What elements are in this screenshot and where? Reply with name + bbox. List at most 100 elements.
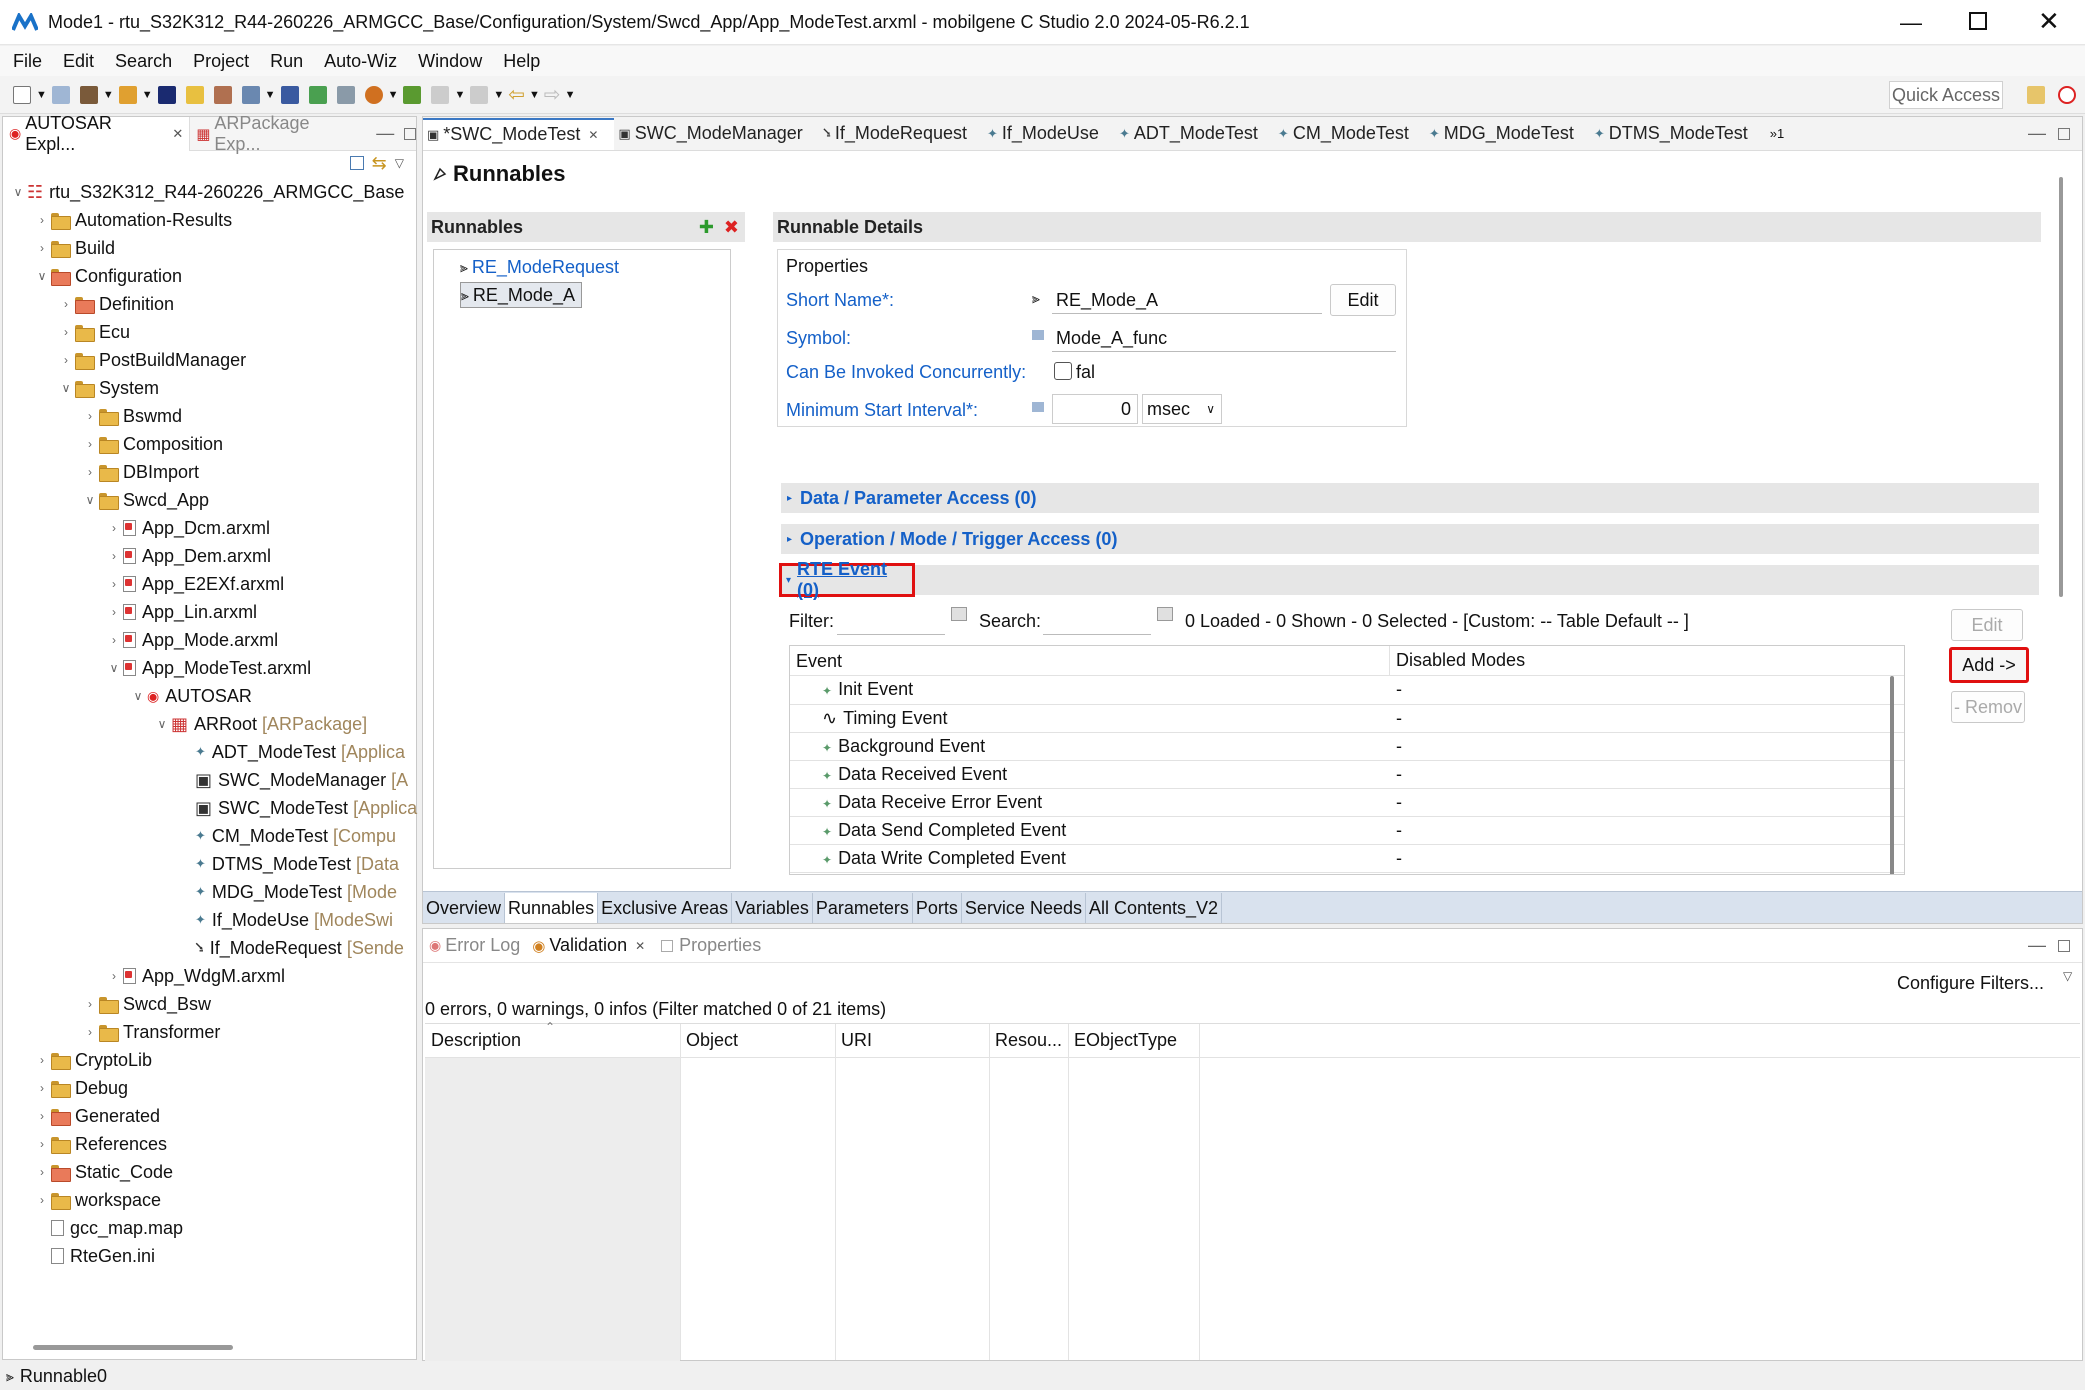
- maximize-view-icon[interactable]: [2058, 127, 2070, 140]
- chevron-down-icon[interactable]: ▼: [454, 89, 465, 101]
- collapsed-arrow-icon[interactable]: ›: [33, 1109, 51, 1123]
- collapsed-arrow-icon[interactable]: ›: [105, 521, 123, 535]
- tree-item[interactable]: › App_Dcm.arxml: [3, 514, 416, 542]
- page-tab[interactable]: Ports: [913, 892, 962, 923]
- tab-properties[interactable]: Properties: [651, 935, 771, 956]
- collapsed-arrow-icon[interactable]: ›: [33, 1081, 51, 1095]
- filter-input[interactable]: [837, 607, 945, 635]
- close-icon[interactable]: ✕: [635, 939, 645, 953]
- table-scrollbar[interactable]: [1890, 676, 1894, 874]
- collapsed-arrow-icon[interactable]: ›: [33, 1137, 51, 1151]
- collapsed-arrow-icon[interactable]: ›: [81, 997, 99, 1011]
- prev-annotation-icon[interactable]: [470, 85, 489, 104]
- page-tab[interactable]: Exclusive Areas: [598, 892, 733, 923]
- tree-item[interactable]: ✦ CM_ModeTest [Compu: [3, 822, 416, 850]
- new-icon[interactable]: [13, 85, 31, 104]
- chart-icon[interactable]: [213, 85, 232, 104]
- editor-tab[interactable]: ✦ ADT_ModeTest: [1115, 118, 1274, 150]
- close-icon[interactable]: ✕: [588, 128, 598, 142]
- perspective-autosar-icon[interactable]: [2058, 86, 2076, 104]
- expanded-arrow-icon[interactable]: ∨: [105, 661, 123, 675]
- table-row[interactable]: ✦ Data Send Completed Event -: [790, 816, 1904, 845]
- tree-item[interactable]: › Build: [3, 234, 416, 262]
- chevron-down-icon[interactable]: ▼: [388, 89, 399, 101]
- tree-item[interactable]: › CryptoLib: [3, 1046, 416, 1074]
- tab-error-log[interactable]: ◉ Error Log: [423, 935, 526, 956]
- tree-item[interactable]: › Debug: [3, 1074, 416, 1102]
- chevron-down-icon[interactable]: ▼: [529, 89, 540, 101]
- tree-item[interactable]: ✦ ADT_ModeTest [Applica: [3, 738, 416, 766]
- min-interval-field[interactable]: 0: [1052, 394, 1138, 424]
- collapsed-arrow-icon[interactable]: ›: [57, 325, 75, 339]
- tree-item[interactable]: › workspace: [3, 1186, 416, 1214]
- menu-run[interactable]: Run: [270, 51, 303, 72]
- rte-event-section[interactable]: ▾ RTE Event (0): [779, 559, 915, 600]
- table-row[interactable]: ✦ Init Event -: [790, 676, 1904, 705]
- wand-icon[interactable]: [118, 85, 137, 104]
- tree-item[interactable]: RteGen.ini: [3, 1242, 416, 1270]
- view-menu-icon[interactable]: ▽: [2063, 969, 2072, 983]
- remove-event-button[interactable]: - Remov: [1951, 691, 2025, 723]
- expanded-arrow-icon[interactable]: ∨: [9, 185, 27, 199]
- perspective-open-icon[interactable]: [2027, 86, 2045, 104]
- minimize-view-icon[interactable]: —: [2028, 935, 2046, 956]
- expanded-arrow-icon[interactable]: ∨: [153, 717, 171, 731]
- collapsed-arrow-icon[interactable]: ›: [33, 213, 51, 227]
- tree-item[interactable]: › Definition: [3, 290, 416, 318]
- clear-filter-icon[interactable]: [951, 607, 967, 621]
- collapsed-arrow-icon[interactable]: ›: [105, 605, 123, 619]
- editor-tab[interactable]: ▣ *SWC_ModeTest ✕: [423, 117, 615, 150]
- quick-access-field[interactable]: Quick Access: [1889, 81, 2003, 109]
- page-tab[interactable]: Parameters: [813, 892, 913, 923]
- tree-item[interactable]: ⭸ If_ModeRequest [Sende: [3, 934, 416, 962]
- tree-item[interactable]: ▣ SWC_ModeTest [Applica: [3, 794, 417, 822]
- delete-icon[interactable]: ✖: [724, 217, 739, 238]
- tree-item[interactable]: ∨ ☷ rtu_S32K312_R44-260226_ARMGCC_Base: [3, 178, 416, 206]
- add-icon[interactable]: ✚: [699, 217, 714, 238]
- tree-item[interactable]: › App_E2EXf.arxml: [3, 570, 416, 598]
- editor-scrollbar[interactable]: [2059, 177, 2063, 597]
- table-icon[interactable]: [280, 85, 299, 104]
- collapsed-arrow-icon[interactable]: ›: [81, 465, 99, 479]
- next-annotation-icon[interactable]: [431, 85, 450, 104]
- minimize-view-icon[interactable]: —: [2028, 123, 2046, 144]
- table-row[interactable]: ✦ Data Receive Error Event -: [790, 788, 1904, 817]
- column-disabled-modes[interactable]: Disabled Modes: [1390, 650, 1525, 671]
- collapsed-arrow-icon[interactable]: ›: [105, 969, 123, 983]
- chevron-down-icon[interactable]: ▼: [265, 89, 276, 101]
- maximize-icon[interactable]: [1969, 12, 1987, 30]
- editor-tab[interactable]: ✦ If_ModeUse: [983, 118, 1115, 150]
- list-item-selected[interactable]: ⫸ RE_Mode_A: [460, 282, 582, 308]
- collapsed-arrow-icon[interactable]: ›: [81, 437, 99, 451]
- minimize-icon[interactable]: —: [1900, 10, 1922, 36]
- edit-event-button[interactable]: Edit: [1951, 609, 2023, 641]
- tree-item[interactable]: › Bswmd: [3, 402, 416, 430]
- tree-item[interactable]: › DBImport: [3, 458, 416, 486]
- table-row[interactable]: ✦ Data Write Completed Event -: [790, 844, 1904, 873]
- expanded-arrow-icon[interactable]: ∨: [33, 269, 51, 283]
- panel-icon[interactable]: [308, 85, 327, 104]
- chevron-down-icon[interactable]: ▼: [493, 89, 504, 101]
- build-icon[interactable]: [79, 85, 98, 104]
- tree-item[interactable]: › App_Lin.arxml: [3, 598, 416, 626]
- expanded-arrow-icon[interactable]: ∨: [129, 689, 147, 703]
- view-menu-icon[interactable]: ▽: [395, 156, 404, 170]
- collapsed-arrow-icon[interactable]: ›: [33, 1193, 51, 1207]
- tree-item[interactable]: gcc_map.map: [3, 1214, 416, 1242]
- symbol-field[interactable]: Mode_A_func: [1052, 324, 1396, 352]
- collapsed-arrow-icon[interactable]: ›: [33, 241, 51, 255]
- collapsed-arrow-icon[interactable]: ›: [33, 1165, 51, 1179]
- tree-item[interactable]: ∨ ◉ AUTOSAR: [3, 682, 416, 710]
- tree-item[interactable]: › Generated: [3, 1102, 416, 1130]
- configure-filters-link[interactable]: Configure Filters...: [1897, 973, 2044, 994]
- back-icon[interactable]: ⇦: [508, 82, 525, 107]
- add-event-button[interactable]: Add ->: [1949, 647, 2029, 683]
- chevron-down-icon[interactable]: ▼: [142, 89, 153, 101]
- link-editor-icon[interactable]: ⇆: [372, 153, 387, 174]
- tree-item[interactable]: ✦ MDG_ModeTest [Mode: [3, 878, 416, 906]
- tree-item[interactable]: › Composition: [3, 430, 416, 458]
- tree-item[interactable]: › Swcd_Bsw: [3, 990, 416, 1018]
- tree-item[interactable]: ▣ SWC_ModeManager [A: [3, 766, 416, 794]
- menu-edit[interactable]: Edit: [63, 51, 94, 72]
- maximize-view-icon[interactable]: [2058, 939, 2070, 952]
